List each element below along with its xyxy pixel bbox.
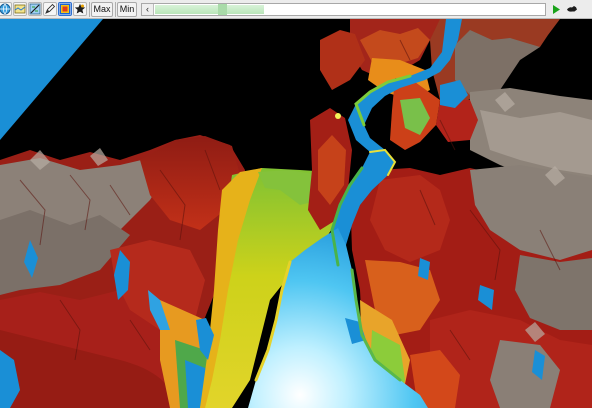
stop-icon[interactable] (565, 3, 579, 16)
layers-icon[interactable] (13, 2, 27, 16)
globe-icon[interactable] (0, 2, 12, 16)
toolbar-separator (89, 2, 90, 17)
slider-marker (218, 4, 227, 15)
color-palette-icon[interactable] (58, 2, 72, 16)
marker-point (335, 113, 341, 119)
toolbar: Max Min ‹ (0, 0, 592, 19)
pen-icon[interactable] (43, 2, 57, 16)
min-button[interactable]: Min (117, 2, 137, 17)
map-edit-icon[interactable] (28, 2, 42, 16)
toolbar-separator (115, 2, 116, 17)
max-button[interactable]: Max (91, 2, 113, 17)
play-icon[interactable] (550, 3, 562, 16)
time-slider[interactable]: ‹ (141, 3, 546, 16)
terrain-3d-view[interactable] (0, 19, 592, 408)
slider-back-icon[interactable]: ‹ (142, 4, 154, 15)
slider-progress-fill (155, 5, 264, 14)
star-icon[interactable] (73, 2, 87, 16)
